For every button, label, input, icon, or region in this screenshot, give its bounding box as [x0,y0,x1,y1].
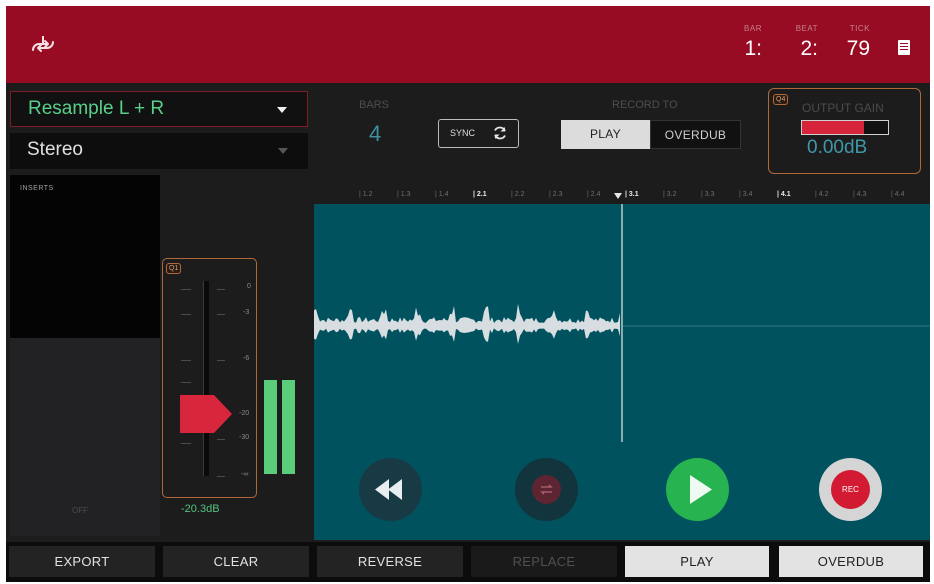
bars-value: 1: [744,37,762,60]
fader-scale-mark [217,289,225,290]
loop-button[interactable] [515,458,578,521]
ruler-tick: | 3.3 [701,191,715,198]
fader-scale-label: -3 [243,309,250,316]
ruler-tick: | 1.3 [397,191,411,198]
ruler-tick: | 2.3 [549,191,563,198]
position-bars: BAR 1: [722,24,762,62]
replace-button[interactable]: REPLACE [471,546,617,577]
fader-scale-mark [217,439,225,440]
output-gain-meter-fill [802,121,864,134]
inserts-status: OFF [72,506,88,515]
fader-scale-mark [181,289,191,290]
input-meter-right [282,380,295,474]
record-to-caption: RECORD TO [612,99,678,111]
ruler-tick: | 3.1 [625,191,639,198]
ruler-tick: | 4.1 [777,191,791,198]
playhead-marker-icon[interactable] [614,193,622,199]
input-meter-left [264,380,277,474]
sync-button[interactable]: SYNC [438,119,519,148]
sync-label: SYNC [450,128,476,138]
record-to-toggle: PLAY OVERDUB [561,120,741,149]
fader-scale-label: 0 [247,283,251,290]
bars-length-value[interactable]: 4 [369,121,381,147]
loop-icon [532,475,561,504]
ruler-tick: | 4.3 [853,191,867,198]
play-bottom-button[interactable]: PLAY [625,546,769,577]
waveform-shape [314,303,620,344]
fader-scale-mark [217,476,225,477]
rewind-button[interactable] [359,458,422,521]
refresh-icon [494,126,506,140]
input-gain-fader[interactable]: Q1 0 -3 -6 -20 -30 -∞ [162,258,257,498]
output-gain-caption: OUTPUT GAIN [802,101,884,115]
fader-track [203,281,209,476]
ruler-tick: | 2.4 [587,191,601,198]
ruler-tick: | 4.4 [891,191,905,198]
inserts-panel[interactable]: INSERTS [10,175,160,338]
beats-caption: BEAT [795,24,818,33]
fader-scale-label: -6 [243,355,250,362]
ruler-tick: | 3.2 [663,191,677,198]
ticks-value: 79 [846,37,870,60]
fader-scale-mark [217,360,225,361]
fader-scale-label: -∞ [241,471,249,478]
fader-scale-mark [181,382,191,383]
waveform-area[interactable]: REC [314,204,930,540]
play-icon [690,475,712,504]
fader-scale-mark [181,443,191,444]
q-link-badge: Q4 [773,94,789,105]
resample-screen: BAR 1: BEAT 2: TICK 79 Resample L + R St… [6,6,930,582]
position-ticks: TICK 79 [830,24,870,62]
source-select-value: Resample L + R [28,98,165,119]
fader-scale-mark [217,314,225,315]
ruler-tick: | 1.2 [359,191,373,198]
inserts-label: INSERTS [20,185,54,192]
output-gain-panel[interactable]: Q4 OUTPUT GAIN 0.00dB [768,88,921,174]
output-gain-meter [801,120,889,135]
ruler-tick: | 2.1 [473,191,487,198]
ruler-tick: | 2.2 [511,191,525,198]
timeline-ruler[interactable]: | 1.2 | 1.3 | 1.4 | 2.1 | 2.2 | 2.3 | 2.4 | 3.1… [314,186,930,204]
record-to-overdub[interactable]: OVERDUB [650,120,741,149]
source-select[interactable]: Resample L + R [10,91,308,127]
ruler-tick: | 4.2 [815,191,829,198]
input-gain-value: -20.3dB [181,503,220,515]
reverse-button[interactable]: REVERSE [317,546,463,577]
bars-length-caption: BARS [359,99,389,111]
ticks-caption: TICK [849,24,870,33]
mode-select[interactable]: Stereo [10,133,308,169]
fader-scale-mark [181,360,191,361]
position-beats: BEAT 2: [778,24,818,62]
rewind-icon [375,479,402,500]
beats-value: 2: [800,37,818,60]
resample-icon[interactable] [28,34,58,58]
export-button[interactable]: EXPORT [9,546,155,577]
bars-caption: BAR [744,24,762,33]
fader-scale-label: -30 [239,434,250,441]
fader-scale-mark [181,314,191,315]
play-button[interactable] [666,458,729,521]
overdub-bottom-button[interactable]: OVERDUB [779,546,923,577]
ruler-tick: | 3.4 [739,191,753,198]
header-bar: BAR 1: BEAT 2: TICK 79 [6,6,930,83]
clear-button[interactable]: CLEAR [163,546,309,577]
record-label: REC [831,470,870,509]
fader-knob[interactable] [180,395,232,433]
output-gain-value: 0.00dB [807,137,868,158]
record-to-play[interactable]: PLAY [561,120,650,149]
q-link-badge: Q1 [166,263,182,274]
chevron-down-icon [277,107,287,113]
chevron-down-icon [278,148,288,154]
mode-select-value: Stereo [27,139,83,160]
menu-icon[interactable] [898,40,910,55]
ruler-tick: | 1.4 [435,191,449,198]
fader-scale-label: -20 [239,410,250,417]
record-button[interactable]: REC [819,458,882,521]
bottom-toolbar: EXPORT CLEAR REVERSE REPLACE PLAY OVERDU… [6,542,930,582]
